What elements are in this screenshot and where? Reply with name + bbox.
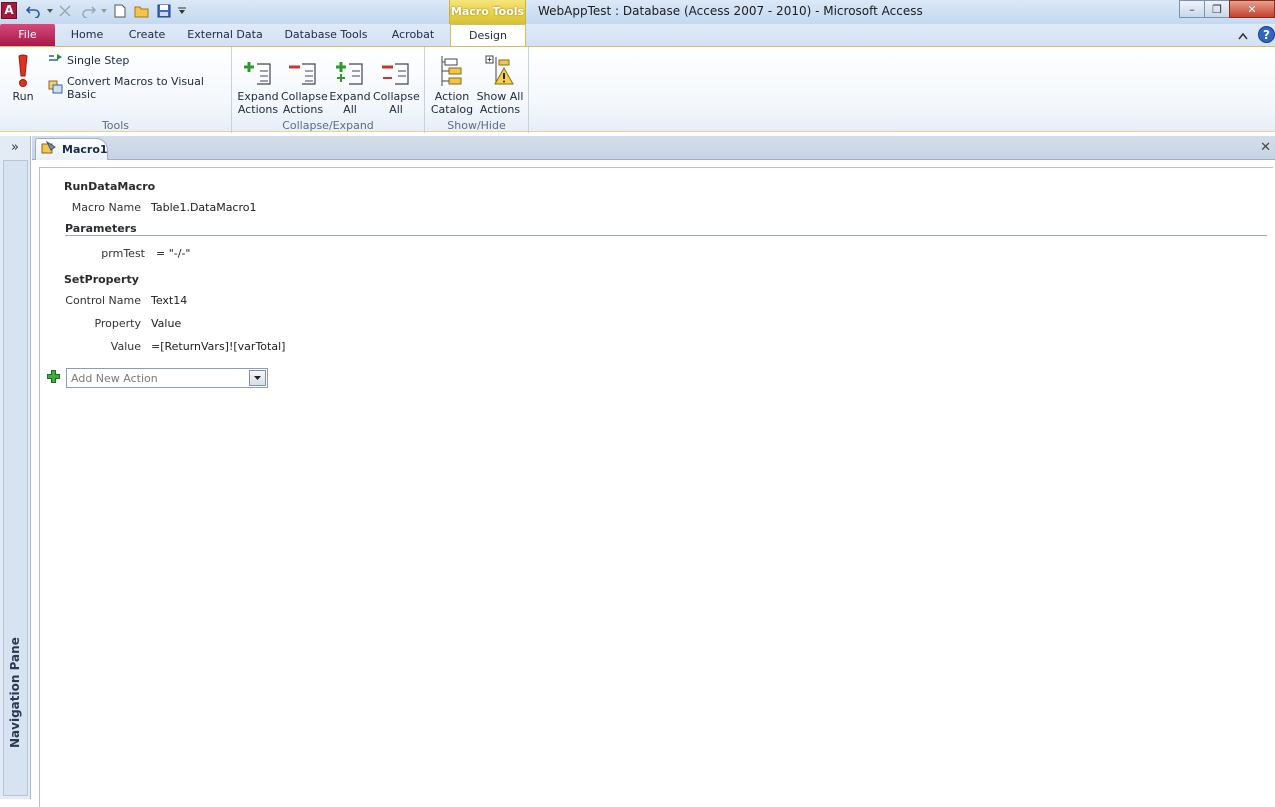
add-action-plus-icon (47, 370, 60, 386)
param-value[interactable]: = "-/-" (156, 247, 190, 260)
collapse-all-label-1: Collapse (373, 90, 420, 103)
action-catalog-button[interactable]: Action Catalog (429, 50, 475, 116)
svg-text:?: ? (1263, 28, 1270, 42)
param-name-label: prmTest (101, 247, 145, 260)
title-bar: A Macro Tools WebAppTest : Database (Acc… (0, 0, 1275, 25)
tab-design[interactable]: Design (450, 24, 526, 47)
expand-actions-label-2: Actions (237, 103, 279, 116)
add-new-action-combobox[interactable]: Add New Action (66, 368, 268, 388)
navigation-pane-label: Navigation Pane (8, 637, 22, 748)
property-label: Property (94, 317, 141, 330)
show-all-actions-label-2: Actions (479, 103, 521, 116)
show-hide-group: Action Catalog Show All Actions Show/Hid… (425, 47, 529, 133)
close-document-icon[interactable]: ✕ (1260, 140, 1271, 155)
access-app-icon[interactable]: A (1, 2, 17, 19)
collapse-actions-icon (281, 50, 325, 88)
exclamation-icon (6, 50, 40, 88)
ribbon-tabs: File Home Create External Data Database … (0, 24, 1275, 47)
convert-macros-button[interactable]: Convert Macros to Visual Basic (48, 75, 231, 101)
expand-nav-pane-icon[interactable]: » (0, 140, 30, 158)
macro-name-label: Macro Name (71, 201, 141, 214)
single-step-label: Single Step (67, 54, 130, 67)
collapse-expand-group: Expand Actions Collapse Actions Expand A… (232, 47, 425, 133)
show-all-actions-button[interactable]: Show All Actions (475, 50, 525, 116)
expand-actions-button[interactable]: Expand Actions (236, 50, 280, 116)
navigation-pane[interactable]: » Navigation Pane (0, 136, 31, 799)
tab-home[interactable]: Home (62, 24, 112, 46)
property-value[interactable]: Value (151, 317, 181, 330)
new-document-icon[interactable] (110, 2, 130, 20)
show-all-actions-label-1: Show All (476, 90, 524, 103)
collapse-actions-label-2: Actions (282, 103, 324, 116)
chevron-down-icon[interactable] (249, 370, 266, 386)
macro-name-value[interactable]: Table1.DataMacro1 (151, 201, 257, 214)
ribbon: Run Single Step Convert Macros to Visual… (0, 46, 1275, 133)
value-value[interactable]: =[ReturnVars]![varTotal] (151, 340, 285, 353)
tab-create[interactable]: Create (122, 24, 172, 46)
document-tabs: Macro1 ✕ (32, 136, 1275, 160)
collapse-actions-label-1: Collapse (281, 90, 328, 103)
show-all-actions-icon (475, 50, 525, 88)
macro-icon (41, 140, 57, 158)
tools-group: Run Single Step Convert Macros to Visual… (0, 47, 232, 133)
cut-icon[interactable] (56, 2, 76, 20)
action-catalog-label-2: Catalog (430, 103, 474, 116)
action-catalog-label-1: Action (434, 90, 470, 103)
undo-dropdown-icon[interactable] (46, 2, 54, 20)
customize-qat-icon[interactable] (176, 2, 188, 20)
collapse-expand-group-label: Collapse/Expand (282, 119, 374, 132)
quick-access-toolbar (24, 2, 188, 20)
convert-macros-label: Convert Macros to Visual Basic (67, 75, 204, 101)
tab-file[interactable]: File (0, 24, 55, 46)
open-folder-icon[interactable] (132, 2, 152, 20)
undo-icon[interactable] (24, 2, 44, 20)
close-button[interactable]: ✕ (1229, 0, 1275, 18)
expand-all-label-1: Expand (329, 90, 371, 103)
parameters-label: Parameters (65, 222, 137, 235)
collapse-all-icon (373, 50, 419, 88)
set-property-title[interactable]: SetProperty (64, 273, 139, 286)
collapse-all-label-2: All (389, 103, 403, 116)
document-tab-macro1[interactable]: Macro1 (35, 138, 108, 160)
run-label: Run (12, 90, 34, 103)
minimize-ribbon-icon[interactable] (1238, 30, 1248, 43)
macro-tools-contextual-tab: Macro Tools (449, 0, 526, 25)
show-hide-group-label: Show/Hide (447, 119, 506, 132)
minimize-button[interactable]: – (1179, 0, 1205, 18)
expand-actions-icon (236, 50, 280, 88)
value-label: Value (110, 340, 141, 353)
expand-actions-label-1: Expand (237, 90, 279, 103)
tab-acrobat[interactable]: Acrobat (385, 24, 441, 46)
expand-all-label-2: All (343, 103, 357, 116)
add-new-action-placeholder: Add New Action (71, 371, 158, 385)
control-name-value[interactable]: Text14 (151, 294, 187, 307)
macro-canvas[interactable]: RunDataMacro Macro Name Table1.DataMacro… (39, 167, 1273, 807)
expand-all-button[interactable]: Expand All (328, 50, 372, 116)
document-tab-label: Macro1 (62, 143, 108, 156)
restore-button[interactable]: ❐ (1204, 0, 1230, 18)
tools-group-label: Tools (101, 119, 130, 132)
control-name-label: Control Name (65, 294, 141, 307)
run-data-macro-title[interactable]: RunDataMacro (64, 180, 155, 193)
convert-macros-icon (48, 80, 63, 97)
redo-dropdown-icon[interactable] (100, 2, 108, 20)
redo-icon[interactable] (78, 2, 98, 20)
run-button[interactable]: Run (6, 50, 40, 103)
tab-external-data[interactable]: External Data (183, 24, 267, 46)
single-step-button[interactable]: Single Step (48, 53, 129, 68)
expand-all-icon (328, 50, 372, 88)
tab-database-tools[interactable]: Database Tools (279, 24, 373, 46)
help-icon[interactable]: ? (1258, 26, 1275, 46)
save-icon[interactable] (154, 2, 174, 20)
action-catalog-icon (429, 50, 475, 88)
single-step-icon (48, 53, 63, 68)
collapse-actions-button[interactable]: Collapse Actions (281, 50, 328, 116)
collapse-all-button[interactable]: Collapse All (373, 50, 420, 116)
macro-designer: RunDataMacro Macro Name Table1.DataMacro… (32, 160, 1275, 807)
parameters-divider (65, 235, 1267, 236)
window-title: WebAppTest : Database (Access 2007 - 201… (538, 4, 923, 18)
